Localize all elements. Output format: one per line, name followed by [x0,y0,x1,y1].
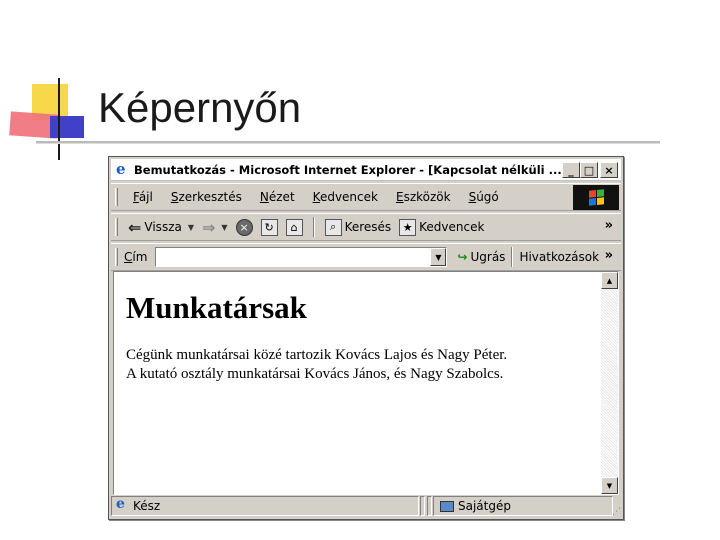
chevron-down-icon[interactable]: ▼ [221,223,227,232]
title-underline-shadow [36,143,660,144]
status-bar: e Kész Sajátgép ⋰ [111,495,621,517]
decoration-vertical-line [58,78,60,160]
slide-title: Képernyőn [98,84,302,131]
toolbar-grip[interactable] [115,248,118,266]
page-heading: Munkatársak [126,290,307,325]
stop-button[interactable]: × [232,218,257,236]
ie-page-icon: e [116,496,125,512]
minimize-button[interactable]: _ [562,162,580,178]
favorites-icon: ★ [399,218,417,236]
scroll-up-button[interactable]: ▲ [601,272,618,289]
stop-icon: × [235,218,253,236]
scroll-down-button[interactable]: ▼ [601,477,618,494]
status-blank-2 [427,496,432,516]
address-dropdown-button[interactable]: ▼ [430,248,447,266]
menu-tools[interactable]: Eszközök [387,190,460,204]
go-label: Ugrás [470,250,506,264]
page-line-2: A kutató osztály munkatársai Kovács Jáno… [126,366,504,382]
favorites-button[interactable]: ★ Kedvencek [395,218,488,236]
menu-file[interactable]: Fájl [124,190,162,204]
status-text: Kész [133,499,161,513]
home-button[interactable]: ⌂ [282,218,307,236]
address-label: Cím [124,250,148,264]
menu-help[interactable]: Súgó [460,190,508,204]
refresh-button[interactable]: ↻ [257,218,282,236]
menu-edit[interactable]: Szerkesztés [162,190,251,204]
back-button[interactable]: ⇐ Vissza ▼ [124,218,198,237]
search-label: Keresés [344,220,392,234]
page-viewport[interactable]: Munkatársak Cégünk munkatársai közé tart… [113,271,619,495]
vertical-scrollbar[interactable]: ▲ ▼ [601,272,618,494]
browser-window: e Bemutatkozás - Microsoft Internet Expl… [108,156,624,520]
links-overflow-chevron[interactable]: » [605,248,613,263]
go-arrow-icon: ↪ [457,250,468,264]
toolbar-grip[interactable] [115,188,118,206]
back-label: Vissza [144,220,182,234]
go-button[interactable]: ↪ Ugrás [457,250,505,264]
toolbar-grip[interactable] [115,218,118,236]
toolbar-overflow-chevron[interactable]: » [605,218,613,233]
back-arrow-icon: ⇐ [128,217,142,237]
links-button[interactable]: Hivatkozások [519,250,599,264]
resize-grip[interactable]: ⋰ [612,507,621,517]
menu-bar: Fájl Szerkesztés Nézet Kedvencek Eszközö… [111,183,621,211]
title-bar[interactable]: e Bemutatkozás - Microsoft Internet Expl… [111,159,621,181]
menu-favorites[interactable]: Kedvencek [304,190,387,204]
address-input[interactable]: ▼ [155,247,448,267]
windows-logo-box [573,185,619,210]
maximize-button[interactable]: □ [580,162,598,178]
decoration-blue-square [50,116,84,138]
status-main: e Kész [111,496,419,516]
computer-icon [440,500,454,512]
zone-text: Sajátgép [458,499,511,513]
search-button[interactable]: ⌕ Keresés [321,218,396,236]
chevron-down-icon[interactable]: ▼ [188,223,194,232]
menu-view[interactable]: Nézet [251,190,304,204]
forward-arrow-icon: ⇒ [202,217,216,237]
forward-button[interactable]: ⇒ ▼ [198,218,232,237]
page-line-1: Cégünk munkatársai közé tartozik Kovács … [126,347,508,363]
toolbar-separator [312,217,315,237]
home-icon: ⌂ [285,218,303,236]
windows-flag-icon [588,189,604,206]
ie-logo-icon: e [116,159,126,178]
window-title: Bemutatkozás - Microsoft Internet Explor… [134,162,562,177]
search-icon: ⌕ [324,218,342,236]
toolbar-separator [511,247,514,267]
page-content: Munkatársak Cégünk munkatársai közé tart… [126,290,594,384]
address-bar: Cím ▼ ↪ Ugrás Hivatkozások » [111,243,621,271]
standard-toolbar: ⇐ Vissza ▼ ⇒ ▼ × ↻ ⌂ ⌕ Keresés ★ Kedvenc… [111,213,621,241]
refresh-icon: ↻ [260,218,278,236]
close-button[interactable]: × [600,162,618,178]
favorites-label: Kedvencek [419,220,485,234]
status-blank-1 [420,496,425,516]
status-zone: Sajátgép [433,496,613,516]
